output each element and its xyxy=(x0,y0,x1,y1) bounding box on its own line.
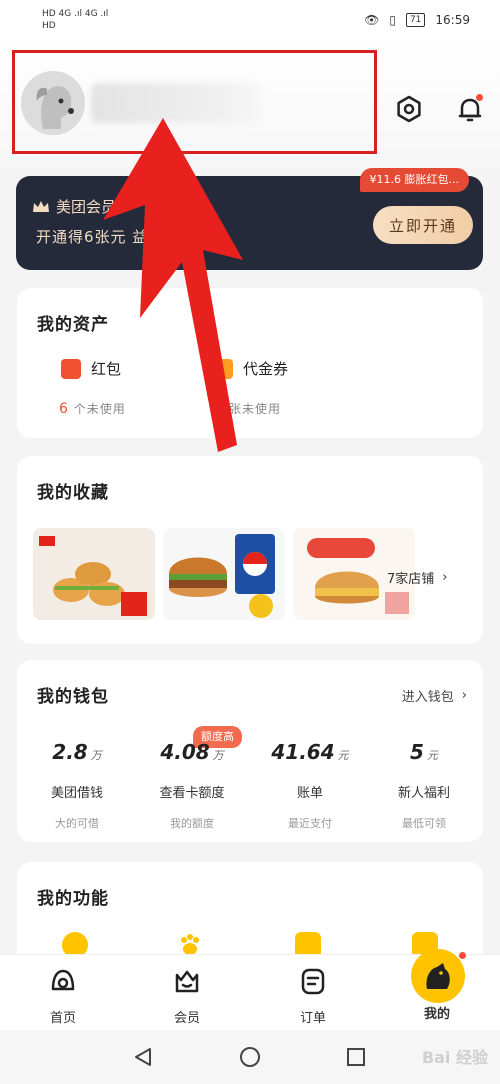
bottom-tab-bar: 首页 会员 订单 我的 xyxy=(0,949,500,1030)
wallet-sub: 最近支付 xyxy=(288,817,332,830)
settings-icon xyxy=(397,95,421,123)
tab-orders[interactable]: 订单 xyxy=(278,965,348,1026)
clock: 16:59 xyxy=(435,13,470,27)
tab-label: 会员 xyxy=(173,1011,200,1026)
status-bar: HD 4G .ıl 4G .ıl HD 👁 ▯ 71 16:59 xyxy=(0,0,500,40)
wallet-label: 查看卡额度 xyxy=(159,786,225,801)
signal-text-bottom: HD xyxy=(42,21,56,31)
wallet-title: 我的钱包 xyxy=(37,687,109,707)
favorites-more-link[interactable]: 7家店铺 › xyxy=(387,568,447,587)
open-membership-button[interactable]: 立即开通 xyxy=(373,206,473,244)
chevron-right-icon: › xyxy=(461,688,467,703)
system-nav-bar: Bai 经验 xyxy=(0,1030,500,1084)
wallet-sub: 我的额度 xyxy=(170,817,214,830)
chevron-right-icon: › xyxy=(442,570,448,585)
order-list-icon xyxy=(301,968,325,995)
settings-button[interactable] xyxy=(394,94,424,124)
assets-title: 我的资产 xyxy=(37,315,109,335)
favorites-title: 我的收藏 xyxy=(37,483,109,503)
vibrate-icon: ▯ xyxy=(389,13,396,27)
watermark: Bai 经验 xyxy=(421,1048,488,1067)
wallet-value: 2.8 万 xyxy=(52,740,102,764)
asset-sub-text: 张未使用 xyxy=(229,402,282,416)
profile-highlight-box[interactable] xyxy=(12,50,377,154)
enter-wallet-link[interactable]: 进入钱包 › xyxy=(402,686,467,705)
tab-label: 我的 xyxy=(423,1007,450,1022)
home-circle-icon[interactable] xyxy=(239,1046,261,1068)
wallet-item-bill[interactable]: 41.64 元 账单 最近支付 xyxy=(255,740,365,831)
recents-icon[interactable] xyxy=(345,1046,367,1068)
mine-notification-dot xyxy=(458,951,467,960)
wallet-value: 41.64 元 xyxy=(271,740,349,764)
tab-label: 首页 xyxy=(49,1011,76,1026)
wallet-value: 5元 xyxy=(410,740,438,764)
wallet-sub: 大的可借 xyxy=(55,817,99,830)
asset-voucher-sub: 张未使用 xyxy=(229,400,281,417)
red-packet-icon xyxy=(61,358,81,379)
burger-meal-image xyxy=(33,528,155,620)
notification-button[interactable] xyxy=(455,94,485,124)
favorite-store-image[interactable] xyxy=(163,528,285,620)
profile-header xyxy=(0,40,500,170)
favorites-card: 我的收藏 7家店铺 › xyxy=(17,456,483,644)
notification-dot xyxy=(476,94,483,101)
favorite-store-image[interactable] xyxy=(33,528,155,620)
back-icon[interactable] xyxy=(132,1046,154,1068)
voucher-icon xyxy=(213,358,233,379)
crown-icon xyxy=(33,200,49,212)
member-subtitle: 开通得6张元 益 红包 xyxy=(36,228,187,246)
wallet-item-newbie[interactable]: 5元 新人福利 最低可领 xyxy=(369,740,479,831)
mine-kangaroo-icon xyxy=(426,963,450,989)
asset-label: 代金券 xyxy=(243,360,289,378)
wallet-label: 新人福利 xyxy=(397,786,450,801)
tab-mine[interactable]: 我的 xyxy=(402,1003,472,1022)
wallet-label: 美团借钱 xyxy=(50,786,103,801)
asset-voucher[interactable]: 代金券 xyxy=(213,358,288,379)
wallet-sub: 最低可领 xyxy=(402,817,446,830)
burger-pepsi-image xyxy=(163,528,285,620)
tab-label: 订单 xyxy=(299,1011,326,1026)
signal-text-top: HD 4G .ıl 4G .ıl xyxy=(42,9,109,19)
asset-count: 6 xyxy=(59,401,69,417)
blurred-username xyxy=(91,83,261,123)
wallet-item-borrow[interactable]: 2.8 万 美团借钱 大的可借 xyxy=(22,740,132,831)
wallet-item-card-limit[interactable]: 4.08 万 查看卡额度 我的额度 xyxy=(137,740,247,831)
battery-icon: 71 xyxy=(405,13,426,27)
home-face-icon xyxy=(51,969,75,991)
asset-sub-text: 个未使用 xyxy=(73,402,126,416)
member-title-text: 美团会员 xyxy=(56,198,117,216)
member-card[interactable]: 美团会员 开通得6张元 益 红包 立即开通 ¥11.6 膨胀红包... xyxy=(16,168,483,270)
tab-home[interactable]: 首页 xyxy=(28,965,98,1026)
asset-red-packet[interactable]: 红包 xyxy=(61,358,121,379)
eye-icon: 👁 xyxy=(364,13,380,27)
member-tip-badge: ¥11.6 膨胀红包... xyxy=(359,168,469,192)
asset-label: 红包 xyxy=(91,360,122,378)
tab-member[interactable]: 会员 xyxy=(152,965,222,1026)
member-crown-icon xyxy=(175,970,199,993)
wallet-card: 我的钱包 进入钱包 › 额度高 2.8 万 美团借钱 大的可借 4.08 万 查看卡… xyxy=(17,660,483,842)
asset-red-packet-sub: 6 个未使用 xyxy=(59,400,126,417)
dog-avatar-icon xyxy=(21,71,85,135)
signal-indicators: HD 4G .ıl 4G .ıl HD xyxy=(42,9,108,31)
favorites-count: 7家店铺 xyxy=(387,572,435,587)
tab-mine-active-badge[interactable] xyxy=(411,949,465,1003)
wallet-value: 4.08 万 xyxy=(160,740,224,764)
functions-title: 我的功能 xyxy=(37,889,109,909)
status-right: 👁 ▯ 71 16:59 xyxy=(364,13,470,27)
wallet-label: 账单 xyxy=(296,786,323,801)
assets-card: 我的资产 红包 6 个未使用 代金券 张未使用 xyxy=(17,288,483,438)
member-title: 美团会员 xyxy=(32,196,116,217)
enter-wallet-label: 进入钱包 xyxy=(401,690,454,705)
avatar[interactable] xyxy=(21,71,85,135)
